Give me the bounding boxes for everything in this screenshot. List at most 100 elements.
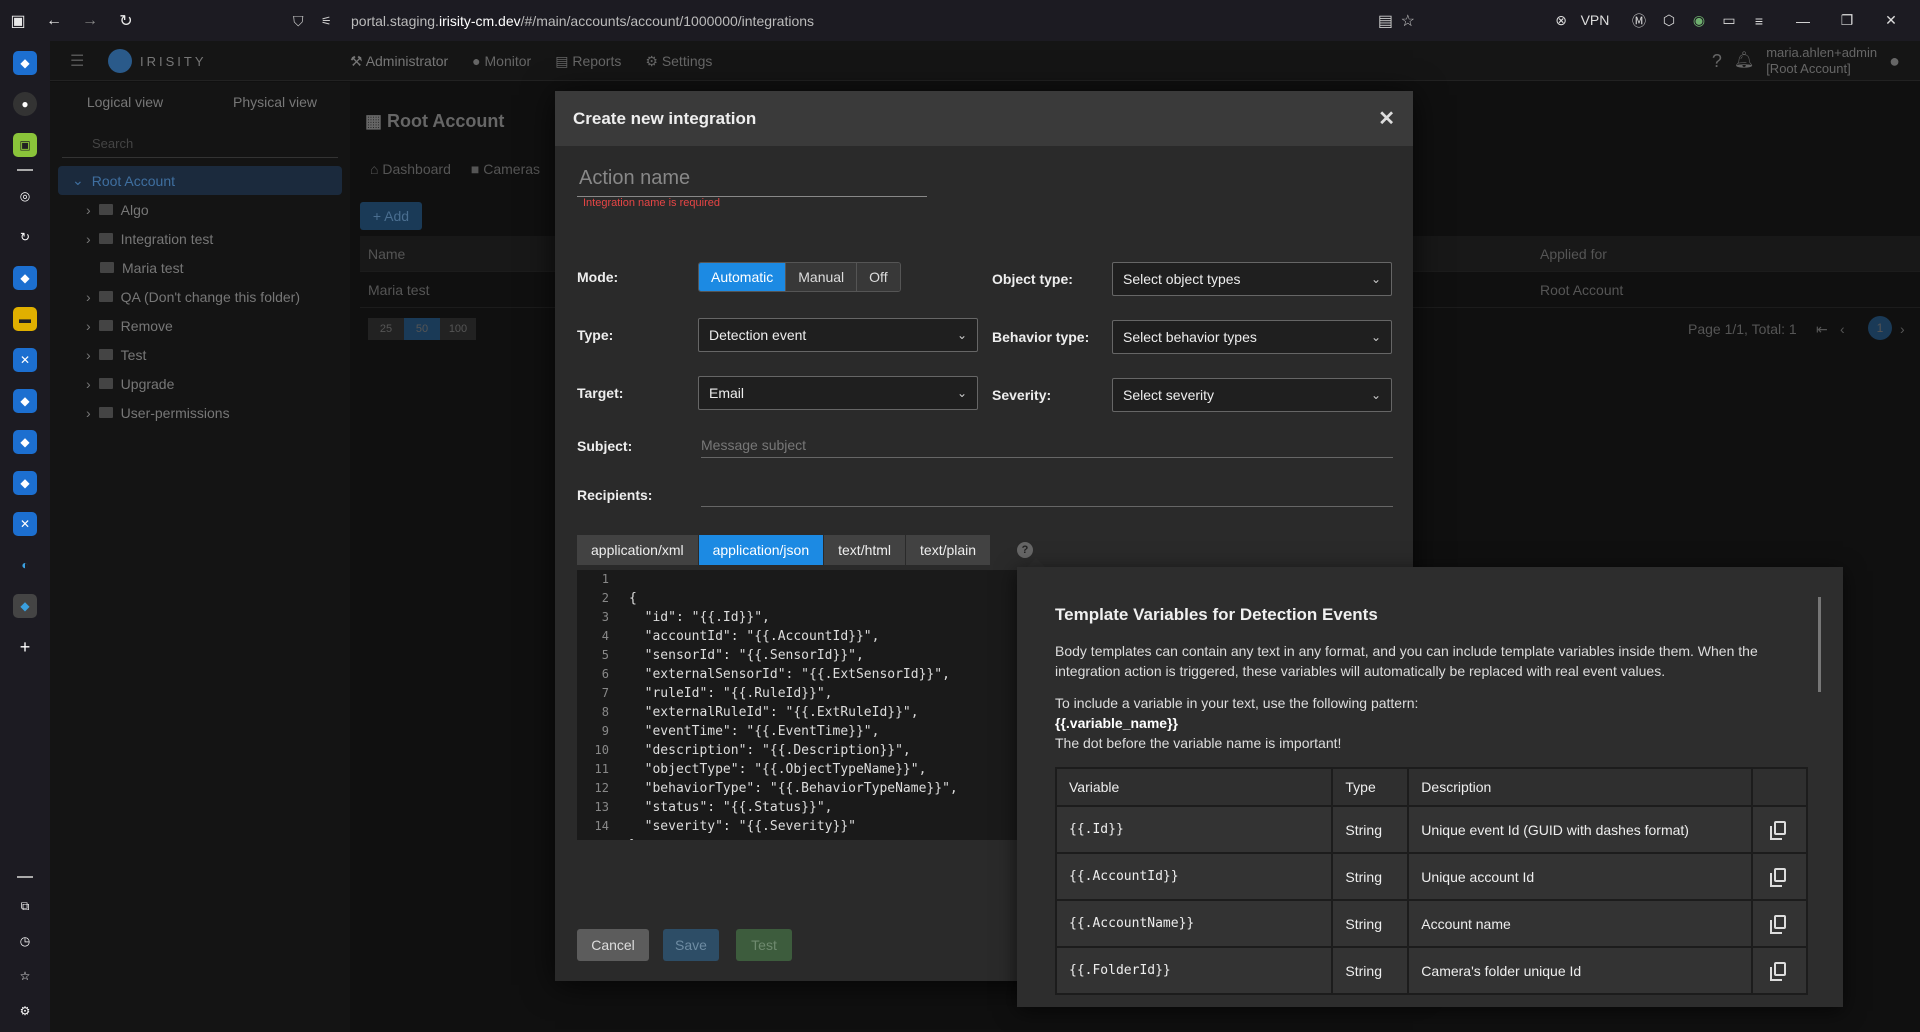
tab-text-html[interactable]: text/html bbox=[824, 535, 907, 565]
tree-item[interactable]: › Test bbox=[50, 340, 350, 369]
refresh-app-icon[interactable]: ↻ bbox=[13, 225, 37, 249]
bookmark-star-icon[interactable]: ☆ bbox=[1401, 11, 1415, 31]
tree-item[interactable]: › Remove bbox=[50, 311, 350, 340]
page-size-25[interactable]: 25 bbox=[368, 318, 404, 340]
favorites-star-icon[interactable]: ☆ bbox=[13, 964, 37, 988]
action-name-input[interactable]: Action name bbox=[577, 161, 927, 197]
tab-cameras[interactable]: ■ Cameras bbox=[471, 161, 540, 177]
nav-settings[interactable]: ⚙ Settings bbox=[645, 53, 712, 70]
vpn-button[interactable]: ⊗ VPN bbox=[1546, 12, 1610, 29]
address-bar[interactable]: ⛉ ⚟ portal.staging.irisity-cm.dev/#/main… bbox=[285, 8, 1415, 34]
code-line[interactable]: 5 "sensorId": "{{.SensorId}}", bbox=[577, 646, 1017, 665]
reload-icon[interactable]: ↻ bbox=[108, 0, 144, 41]
copy-icon[interactable] bbox=[1769, 868, 1786, 887]
edge-icon[interactable]: ◐ bbox=[13, 553, 37, 577]
code-line[interactable]: 13 "status": "{{.Status}}", bbox=[577, 798, 1017, 817]
menu-icon[interactable]: ≡ bbox=[1744, 13, 1774, 29]
target-select[interactable]: Email ⌄ bbox=[698, 376, 978, 410]
code-line[interactable]: 14 "severity": "{{.Severity}}" bbox=[577, 817, 1017, 836]
github-icon[interactable]: ● bbox=[13, 92, 37, 116]
tree-item[interactable]: › QA (Don't change this folder) bbox=[50, 282, 350, 311]
jira-icon-1[interactable]: ✕ bbox=[13, 348, 37, 372]
close-icon[interactable]: ✕ bbox=[1378, 106, 1395, 131]
avatar-icon[interactable]: ● bbox=[1889, 52, 1900, 70]
extension-m-icon[interactable]: Ⓜ bbox=[1624, 11, 1654, 31]
code-line[interactable]: 10 "description": "{{.Description}}", bbox=[577, 741, 1017, 760]
tab-logical-view[interactable]: Logical view bbox=[50, 94, 200, 110]
app-icon-green[interactable]: ▣ bbox=[13, 133, 37, 157]
mode-manual[interactable]: Manual bbox=[786, 263, 858, 291]
nav-administrator[interactable]: ⚒ Administrator bbox=[350, 53, 448, 70]
code-line[interactable]: 9 "eventTime": "{{.EventTime}}", bbox=[577, 722, 1017, 741]
clock-icon[interactable]: ◷ bbox=[13, 929, 37, 953]
reader-icon[interactable]: ▤ bbox=[1378, 11, 1393, 31]
body-template-editor[interactable]: 1 2{3 "id": "{{.Id}}", 4 "accountId": "{{.… bbox=[577, 570, 1017, 840]
page-nav-first-icon[interactable]: ⇤ bbox=[1816, 321, 1828, 338]
page-current[interactable]: 1 bbox=[1868, 316, 1892, 340]
minimize-icon[interactable]: — bbox=[1788, 13, 1818, 29]
menu-toggle-icon[interactable]: ☰ bbox=[70, 51, 84, 71]
user-area[interactable]: ? 🔔︎ maria.ahlen+admin [Root Account] ● bbox=[1712, 45, 1900, 77]
sidebar-toggle-icon[interactable]: ▣ bbox=[0, 0, 36, 41]
tab-text-plain[interactable]: text/plain bbox=[906, 535, 992, 565]
add-button[interactable]: + Add bbox=[360, 202, 422, 230]
help-icon[interactable]: ? bbox=[1712, 52, 1722, 70]
type-select[interactable]: Detection event ⌄ bbox=[698, 318, 978, 352]
object-type-select[interactable]: Select object types ⌄ bbox=[1112, 262, 1392, 296]
settings-gear-icon[interactable]: ⚙ bbox=[13, 999, 37, 1023]
code-line[interactable]: 4 "accountId": "{{.AccountId}}", bbox=[577, 627, 1017, 646]
site-settings-icon[interactable]: ⚟ bbox=[321, 14, 332, 28]
code-line[interactable]: 6 "externalSensorId": "{{.ExtSensorId}}"… bbox=[577, 665, 1017, 684]
code-line[interactable]: 15} bbox=[577, 836, 1017, 840]
behavior-type-select[interactable]: Select behavior types ⌄ bbox=[1112, 320, 1392, 354]
mode-off[interactable]: Off bbox=[857, 263, 900, 291]
page-nav-prev-icon[interactable]: ‹ bbox=[1840, 321, 1845, 337]
tree-item[interactable]: › Integration test bbox=[50, 224, 350, 253]
close-window-icon[interactable]: ✕ bbox=[1876, 12, 1906, 29]
restore-icon[interactable]: ❐ bbox=[1832, 12, 1862, 29]
app-icon-1[interactable]: ◆ bbox=[13, 51, 37, 75]
code-line[interactable]: 8 "externalRuleId": "{{.ExtRuleId}}", bbox=[577, 703, 1017, 722]
extensions-icon[interactable]: ⬡ bbox=[1654, 12, 1684, 29]
code-line[interactable]: 7 "ruleId": "{{.RuleId}}", bbox=[577, 684, 1017, 703]
severity-select[interactable]: Select severity ⌄ bbox=[1112, 378, 1392, 412]
nav-reports[interactable]: ▤ Reports bbox=[555, 53, 621, 70]
test-button[interactable]: Test bbox=[736, 929, 792, 961]
app-icon-blue-4[interactable]: ◆ bbox=[13, 471, 37, 495]
code-line[interactable]: 12 "behaviorType": "{{.BehaviorTypeName}… bbox=[577, 779, 1017, 798]
tree-item[interactable]: Maria test bbox=[50, 253, 350, 282]
tab-application-json[interactable]: application/json bbox=[698, 535, 825, 565]
nav-monitor[interactable]: ● Monitor bbox=[472, 53, 531, 69]
recipients-input[interactable] bbox=[701, 487, 1393, 507]
code-line[interactable]: 3 "id": "{{.Id}}", bbox=[577, 608, 1017, 627]
add-panel-icon[interactable]: + bbox=[13, 635, 37, 659]
app-icon-blue-2[interactable]: ◆ bbox=[13, 389, 37, 413]
back-icon[interactable]: ← bbox=[36, 0, 72, 41]
subject-input[interactable]: Message subject bbox=[701, 437, 1393, 458]
app-icon-yellow[interactable]: ▬ bbox=[13, 307, 37, 331]
mode-automatic[interactable]: Automatic bbox=[699, 263, 787, 291]
app-icon-active[interactable]: ◆ bbox=[13, 594, 37, 618]
forward-icon[interactable]: → bbox=[72, 0, 108, 41]
page-nav-next-icon[interactable]: › bbox=[1900, 321, 1905, 337]
app-icon-blue-3[interactable]: ◆ bbox=[13, 430, 37, 454]
tab-application-xml[interactable]: application/xml bbox=[577, 535, 699, 565]
tree-search-input[interactable]: Search bbox=[62, 130, 338, 158]
tab-dashboard[interactable]: ⌂ Dashboard bbox=[370, 161, 451, 177]
scrollbar[interactable] bbox=[1818, 597, 1821, 692]
jira-icon-2[interactable]: ✕ bbox=[13, 512, 37, 536]
bell-icon[interactable]: 🔔︎ bbox=[1734, 53, 1754, 69]
page-size-50[interactable]: 50 bbox=[404, 318, 440, 340]
sidebar-panel-icon[interactable]: ▭ bbox=[1714, 12, 1744, 29]
code-line[interactable]: 2{ bbox=[577, 589, 1017, 608]
tree-item[interactable]: › Algo bbox=[50, 195, 350, 224]
copy-icon[interactable] bbox=[1769, 915, 1786, 934]
copy-icon[interactable] bbox=[1769, 962, 1786, 981]
tab-physical-view[interactable]: Physical view bbox=[200, 94, 350, 110]
profile-icon[interactable]: ◉ bbox=[1684, 12, 1714, 29]
save-button[interactable]: Save bbox=[663, 929, 719, 961]
app-icon-blue-1[interactable]: ◆ bbox=[13, 266, 37, 290]
help-icon[interactable]: ? bbox=[1017, 542, 1033, 558]
tree-item[interactable]: › User-permissions bbox=[50, 398, 350, 427]
history-sync-icon[interactable]: ◎ bbox=[13, 184, 37, 208]
